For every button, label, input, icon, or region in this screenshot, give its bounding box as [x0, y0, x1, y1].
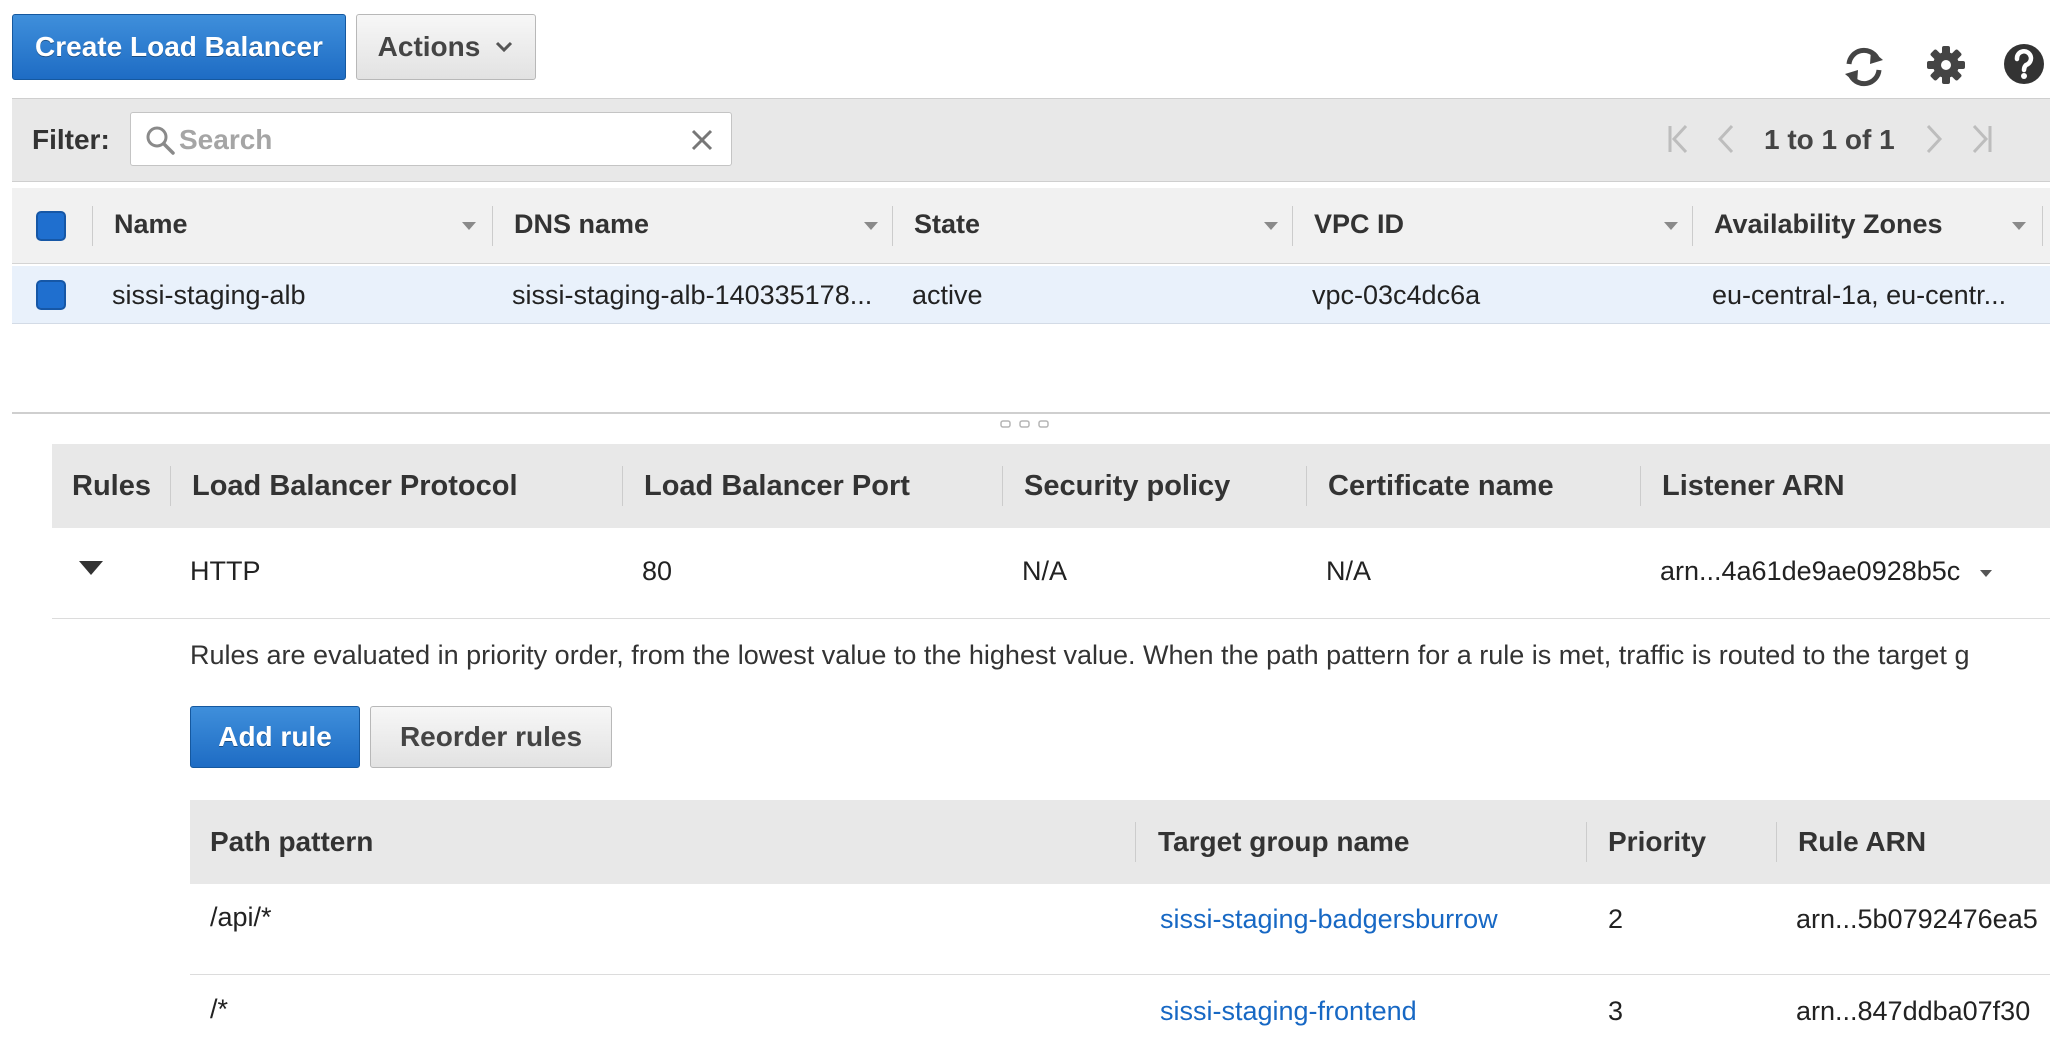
rule-target-group-link[interactable]: sissi-staging-frontend	[1160, 996, 1417, 1027]
create-load-balancer-button[interactable]: Create Load Balancer	[12, 14, 346, 80]
search-input[interactable]	[179, 121, 679, 159]
lb-state: active	[912, 280, 983, 310]
table-row[interactable]: sissi-staging-alb sissi-staging-alb-1403…	[12, 266, 2050, 324]
reorder-rules-button[interactable]: Reorder rules	[370, 706, 612, 768]
actions-dropdown-button[interactable]: Actions	[356, 14, 536, 80]
listeners-table-header: Rules Load Balancer Protocol Load Balanc…	[52, 444, 2050, 528]
rule-target-group-link[interactable]: sissi-staging-badgersburrow	[1160, 904, 1498, 935]
column-header-rule-arn: Rule ARN	[1798, 826, 1927, 857]
column-header-listener-arn: Listener ARN	[1662, 470, 1845, 502]
actions-label: Actions	[377, 31, 481, 62]
row-checkbox[interactable]	[36, 280, 66, 310]
rule-priority: 2	[1608, 904, 1624, 934]
pagination-text: 1 to 1 of 1	[1764, 124, 1895, 155]
column-header-vpc-id[interactable]: VPC ID	[1314, 209, 1404, 240]
column-header-certificate-name: Certificate name	[1328, 470, 1554, 502]
listener-port: 80	[642, 556, 673, 586]
column-header-target-group-name: Target group name	[1158, 826, 1410, 857]
lb-name: sissi-staging-alb	[112, 280, 306, 310]
listener-certificate-name: N/A	[1326, 556, 1372, 586]
search-icon	[146, 126, 175, 155]
add-rule-button[interactable]: Add rule	[190, 706, 360, 768]
next-page-icon[interactable]	[1924, 124, 1944, 154]
column-header-port: Load Balancer Port	[644, 470, 910, 502]
column-header-security-policy: Security policy	[1024, 470, 1231, 502]
load-balancer-table-header: Name DNS name State VPC ID Availability …	[12, 188, 2050, 264]
sort-dns-icon[interactable]	[864, 222, 878, 230]
sort-az-icon[interactable]	[2012, 222, 2026, 230]
column-header-rules: Rules	[72, 470, 151, 502]
sort-state-icon[interactable]	[1264, 222, 1278, 230]
gear-icon[interactable]	[1925, 44, 1967, 86]
filter-label: Filter:	[32, 124, 110, 155]
create-load-balancer-label: Create Load Balancer	[35, 31, 323, 62]
listener-protocol: HTTP	[190, 556, 261, 586]
clear-search-icon[interactable]	[691, 129, 713, 151]
expand-rules-icon[interactable]	[78, 560, 104, 576]
rule-path-pattern: /api/*	[210, 902, 272, 932]
column-header-path-pattern: Path pattern	[210, 826, 374, 857]
rule-arn: arn...5b0792476ea5	[1796, 904, 2038, 934]
listener-arn-dropdown-icon[interactable]	[1980, 570, 1992, 577]
lb-vpc-id: vpc-03c4dc6a	[1312, 280, 1481, 310]
rules-description: Rules are evaluated in priority order, f…	[190, 640, 1970, 670]
column-header-protocol: Load Balancer Protocol	[192, 470, 518, 502]
lb-dns-name: sissi-staging-alb-140335178...	[512, 280, 873, 310]
rule-priority: 3	[1608, 996, 1624, 1026]
column-header-priority: Priority	[1608, 826, 1707, 857]
column-header-name[interactable]: Name	[114, 209, 188, 240]
panel-divider[interactable]	[12, 412, 2050, 414]
rule-path-pattern: /*	[210, 994, 229, 1024]
column-header-dns-name[interactable]: DNS name	[514, 209, 649, 240]
help-icon[interactable]	[2002, 42, 2046, 86]
listener-arn: arn...4a61de9ae0928b5c	[1660, 556, 1961, 586]
search-box	[130, 112, 732, 166]
listener-security-policy: N/A	[1022, 556, 1068, 586]
select-all-checkbox[interactable]	[36, 211, 66, 241]
drag-handle-icon[interactable]	[997, 418, 1053, 430]
column-header-state[interactable]: State	[914, 209, 980, 240]
chevron-down-icon	[496, 41, 513, 53]
previous-page-icon[interactable]	[1716, 124, 1736, 154]
last-page-icon[interactable]	[1968, 124, 1994, 154]
lb-availability-zones: eu-central-1a, eu-centr...	[1712, 280, 2007, 310]
rules-table-header: Path pattern Target group name Priority …	[190, 800, 2050, 884]
reorder-rules-label: Reorder rules	[399, 721, 583, 752]
sort-name-icon[interactable]	[462, 222, 476, 230]
add-rule-label: Add rule	[218, 721, 332, 752]
sort-vpc-icon[interactable]	[1664, 222, 1678, 230]
refresh-icon[interactable]	[1841, 44, 1887, 90]
first-page-icon[interactable]	[1666, 124, 1692, 154]
rule-arn: arn...847ddba07f30	[1796, 996, 2031, 1026]
column-header-availability-zones[interactable]: Availability Zones	[1714, 209, 1943, 240]
